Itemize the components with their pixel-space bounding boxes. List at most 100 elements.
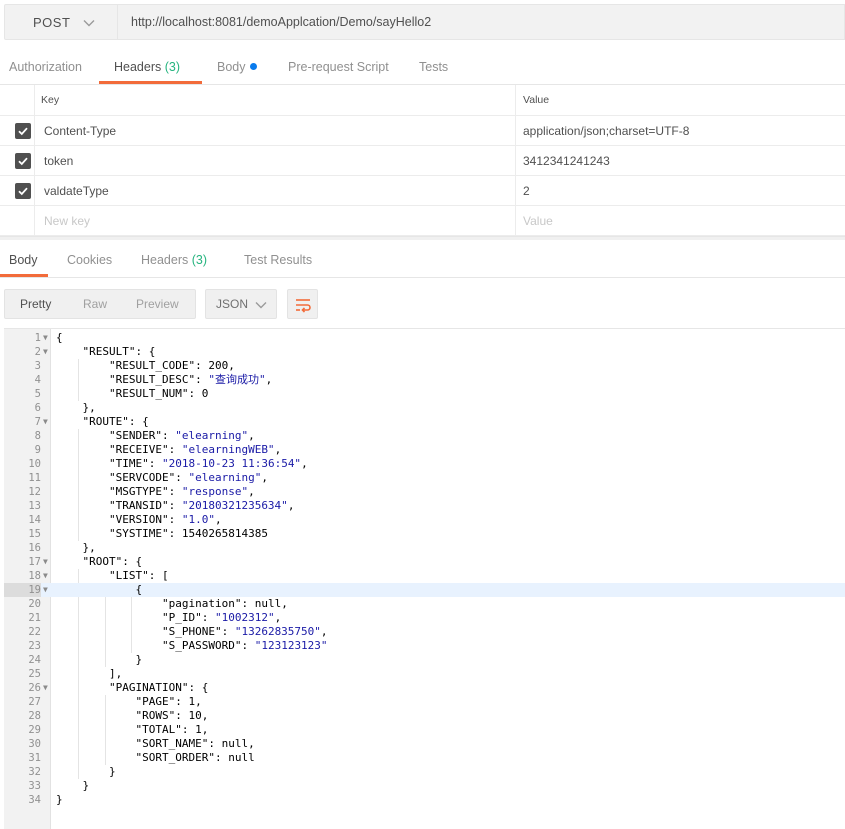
line-number: 7 <box>34 416 41 428</box>
fold-toggle-icon[interactable]: ▼ <box>43 345 51 359</box>
code-text: "RESULT_DESC": "查询成功", <box>108 373 273 386</box>
line-number: 9 <box>34 444 41 456</box>
line-number: 20 <box>28 598 41 610</box>
request-bar: POST http://localhost:8081/demoApplcatio… <box>0 0 845 42</box>
tab-cookies[interactable]: Cookies <box>67 243 112 277</box>
view-mode-toggle: Pretty Raw Preview <box>4 289 196 319</box>
header-key[interactable]: valdateType <box>44 176 109 205</box>
tab-response-body[interactable]: Body <box>9 243 38 277</box>
code-text: { <box>56 583 143 596</box>
header-enabled-checkbox[interactable] <box>15 183 31 199</box>
new-value-input[interactable]: Value <box>515 206 845 235</box>
view-pretty-button[interactable]: Pretty <box>20 290 51 318</box>
table-row: valdateType 2 <box>0 176 845 206</box>
code-line: 23 "S_PASSWORD": "123123123" <box>4 639 845 653</box>
fold-toggle-icon[interactable]: ▼ <box>43 555 51 569</box>
code-text: "SERVCODE": "elearning", <box>108 471 268 484</box>
line-number: 5 <box>34 388 41 400</box>
code-text: "S_PHONE": "13262835750", <box>161 625 328 638</box>
code-line: 11 "SERVCODE": "elearning", <box>4 471 845 485</box>
active-tab-indicator <box>0 274 48 277</box>
header-value[interactable]: 2 <box>515 176 845 205</box>
fold-toggle-icon[interactable]: ▼ <box>43 583 51 597</box>
tab-label: Body <box>9 253 38 267</box>
tab-body[interactable]: Body <box>217 50 257 84</box>
line-number: 4 <box>34 374 41 386</box>
code-text: "RESULT": { <box>82 345 156 358</box>
line-number: 33 <box>28 780 41 792</box>
code-text: "RESULT_CODE": 200, <box>108 359 235 372</box>
code-line: 4 "RESULT_DESC": "查询成功", <box>4 373 845 387</box>
table-row: token 3412341241243 <box>0 146 845 176</box>
code-line: 34} <box>4 793 845 807</box>
tab-response-headers[interactable]: Headers (3) <box>141 243 207 277</box>
code-line: 24 } <box>4 653 845 667</box>
key-column-header: Key <box>41 94 60 106</box>
checkmark-icon <box>18 127 28 136</box>
tab-test-results[interactable]: Test Results <box>244 243 312 277</box>
line-number: 15 <box>28 528 41 540</box>
code-line: 22 "S_PHONE": "13262835750", <box>4 625 845 639</box>
view-raw-button[interactable]: Raw <box>83 290 107 318</box>
format-select[interactable]: JSON <box>205 289 277 319</box>
pane-divider[interactable] <box>0 236 845 240</box>
wrap-lines-icon <box>296 299 311 313</box>
code-line: 12 "MSGTYPE": "response", <box>4 485 845 499</box>
tab-tests[interactable]: Tests <box>419 50 448 84</box>
response-body-editor[interactable]: 1 ▼{2 ▼ "RESULT": {3 "RESULT_CODE": 200, 4 … <box>4 328 845 829</box>
wrap-lines-button[interactable] <box>287 289 318 319</box>
method-select[interactable]: POST <box>4 4 118 40</box>
response-tabs: Body Cookies Headers (3) Test Results <box>0 242 845 278</box>
line-number: 29 <box>28 724 41 736</box>
tab-authorization[interactable]: Authorization <box>9 50 82 84</box>
code-text: ], <box>56 667 123 680</box>
code-text: "PAGE": 1, <box>135 695 202 708</box>
code-text: }, <box>56 541 96 554</box>
header-key[interactable]: token <box>44 146 73 175</box>
line-number: 25 <box>28 668 41 680</box>
code-line: 9 "RECEIVE": "elearningWEB", <box>4 443 845 457</box>
code-text: "VERSION": "1.0", <box>108 513 222 526</box>
line-number: 1 <box>34 332 41 344</box>
code-text: "PAGINATION": { <box>108 681 209 694</box>
code-line: 2 ▼ "RESULT": { <box>4 345 845 359</box>
code-line: 17 ▼ "ROOT": { <box>4 555 845 569</box>
code-line: 31 "SORT_ORDER": null <box>4 751 845 765</box>
new-key-input[interactable]: New key <box>44 206 90 235</box>
header-value[interactable]: application/json;charset=UTF-8 <box>515 116 845 145</box>
checkbox-column-header <box>0 85 35 115</box>
code-line: 28 "ROWS": 10, <box>4 709 845 723</box>
header-key[interactable]: Content-Type <box>44 116 116 145</box>
tab-headers[interactable]: Headers (3) <box>114 50 180 84</box>
url-input[interactable]: http://localhost:8081/demoApplcation/Dem… <box>118 4 845 40</box>
checkmark-icon <box>18 157 28 166</box>
line-number: 13 <box>28 500 41 512</box>
fold-toggle-icon[interactable]: ▼ <box>43 569 51 583</box>
code-text: } <box>56 653 143 666</box>
code-line: 10 "TIME": "2018-10-23 11:36:54", <box>4 457 845 471</box>
table-row-new: New key Value <box>0 206 845 236</box>
line-number: 31 <box>28 752 41 764</box>
code-text: "TRANSID": "20180321235634", <box>108 499 295 512</box>
header-enabled-checkbox[interactable] <box>15 153 31 169</box>
line-number: 21 <box>28 612 41 624</box>
code-text: "ROUTE": { <box>82 415 149 428</box>
code-line: 3 "RESULT_CODE": 200, <box>4 359 845 373</box>
code-text: "TIME": "2018-10-23 11:36:54", <box>108 457 308 470</box>
code-text: { <box>56 331 63 344</box>
tab-pre-request-script[interactable]: Pre-request Script <box>288 50 389 84</box>
fold-toggle-icon[interactable]: ▼ <box>43 681 51 695</box>
line-number: 16 <box>28 542 41 554</box>
header-value[interactable]: 3412341241243 <box>515 146 845 175</box>
code-text: } <box>56 765 116 778</box>
fold-toggle-icon[interactable]: ▼ <box>43 331 51 345</box>
code-line: 6 }, <box>4 401 845 415</box>
header-enabled-checkbox[interactable] <box>15 123 31 139</box>
response-toolbar: Pretty Raw Preview JSON <box>0 286 845 319</box>
view-preview-button[interactable]: Preview <box>136 290 179 318</box>
code-line: 8 "SENDER": "elearning", <box>4 429 845 443</box>
fold-toggle-icon[interactable]: ▼ <box>43 415 51 429</box>
request-tabs: Authorization Headers (3) Body Pre-reque… <box>0 50 845 85</box>
line-number: 19 <box>4 583 41 597</box>
code-line: 7 ▼ "ROUTE": { <box>4 415 845 429</box>
